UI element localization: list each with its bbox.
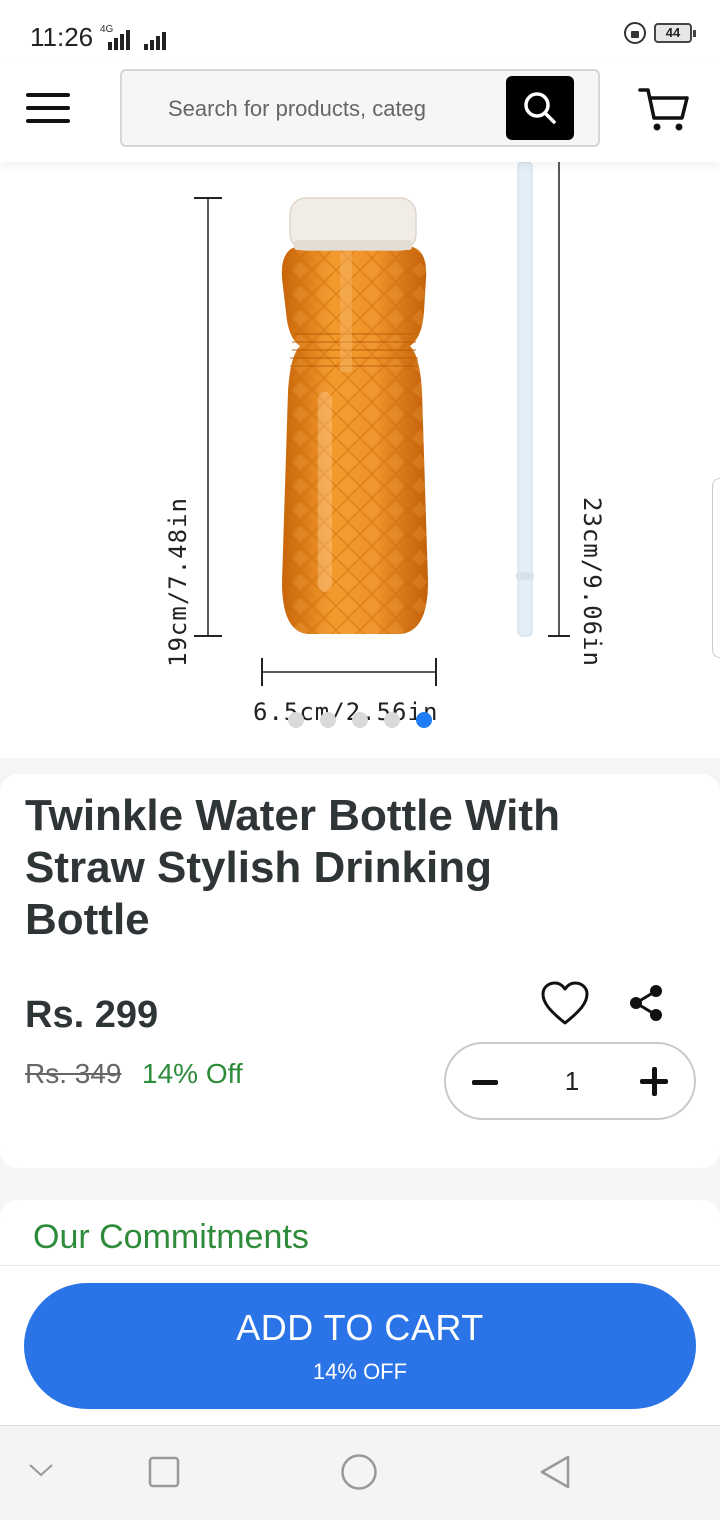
home-circle-icon[interactable] — [340, 1453, 378, 1491]
network-label: 4G — [100, 24, 114, 35]
quantity-value: 1 — [564, 1066, 580, 1096]
share-icon[interactable] — [628, 984, 664, 1022]
quantity-stepper: 1 — [444, 1042, 696, 1120]
carousel-dot[interactable] — [384, 712, 400, 728]
bottom-action-bar: ADD TO CART 14% OFF — [0, 1265, 720, 1425]
commitments-title: Our Commitments — [33, 1218, 309, 1256]
search-icon — [524, 92, 556, 124]
side-panel-handle[interactable] — [712, 478, 720, 658]
height-dimension-label: 19cm/7.48in — [164, 497, 192, 667]
carousel-dots — [288, 712, 432, 728]
rotation-lock-icon — [624, 22, 646, 44]
status-bar: 11:26 4G 44 — [0, 0, 720, 62]
original-price: Rs. 349 — [25, 1058, 122, 1089]
recents-square-icon[interactable] — [148, 1456, 180, 1488]
heart-icon[interactable] — [540, 980, 590, 1026]
carousel-dot[interactable] — [320, 712, 336, 728]
carousel-dot[interactable] — [288, 712, 304, 728]
cart-icon[interactable] — [638, 86, 690, 134]
search-button[interactable] — [506, 76, 574, 140]
product-info-card: Twinkle Water Bottle With Straw Stylish … — [0, 774, 720, 1168]
battery-icon: 44 — [654, 23, 696, 43]
status-time: 11:26 — [30, 22, 94, 52]
status-right: 44 — [624, 22, 696, 44]
product-price: Rs. 299 — [25, 994, 159, 1036]
menu-icon[interactable] — [26, 93, 70, 123]
add-to-cart-button[interactable]: ADD TO CART 14% OFF — [24, 1283, 696, 1409]
discount-label: 14% Off — [142, 1058, 243, 1089]
commitments-section: Our Commitments — [0, 1200, 720, 1270]
signal-icon: 4G — [96, 22, 166, 50]
product-image-gallery[interactable]: 19cm/7.48in 23cm/9.06in — [0, 162, 720, 758]
back-triangle-icon[interactable] — [538, 1454, 572, 1490]
app-header — [0, 62, 720, 162]
system-nav-bar — [0, 1425, 720, 1520]
straw-dimension-label: 23cm/9.06in — [578, 497, 606, 667]
product-title: Twinkle Water Bottle With Straw Stylish … — [25, 791, 560, 944]
carousel-dot[interactable] — [352, 712, 368, 728]
product-image — [194, 162, 570, 686]
plus-icon[interactable] — [640, 1067, 670, 1097]
add-to-cart-discount: 14% OFF — [312, 1359, 408, 1384]
carousel-dot-active[interactable] — [416, 712, 432, 728]
search-input[interactable] — [168, 87, 498, 131]
search-bar[interactable] — [120, 69, 600, 147]
chevron-down-icon[interactable] — [28, 1462, 54, 1478]
add-to-cart-label: ADD TO CART — [236, 1307, 484, 1348]
minus-icon[interactable] — [472, 1068, 500, 1096]
